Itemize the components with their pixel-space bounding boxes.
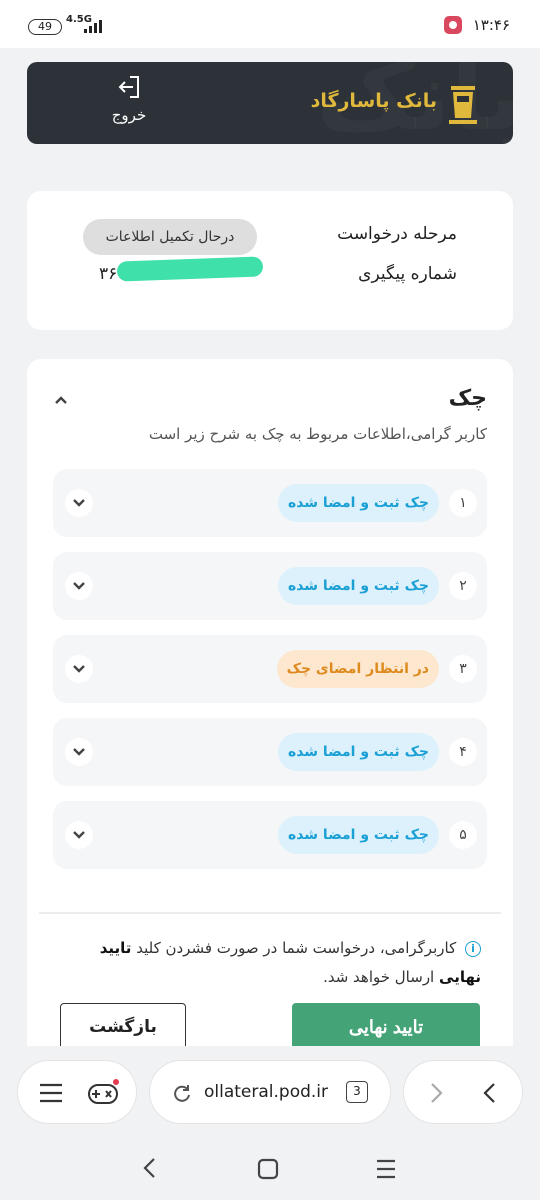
check-item-row[interactable]: ۳ در انتظار امضای چک	[53, 635, 487, 703]
signal-icon	[84, 19, 102, 33]
confirmation-notice: i کاربرگرامی، درخواست شما در صورت فشردن …	[57, 934, 481, 992]
reload-icon[interactable]	[172, 1083, 192, 1103]
request-status-badge: درحال تکمیل اطلاعات	[83, 219, 257, 255]
system-recents-icon[interactable]	[375, 1159, 397, 1179]
game-controller-icon[interactable]	[86, 1078, 120, 1108]
section-subtitle: کاربر گرامی،اطلاعات مربوط به چک به شرح ز…	[148, 425, 487, 443]
menu-icon[interactable]	[38, 1082, 64, 1104]
status-clock: ۱۳:۴۶	[472, 16, 510, 34]
url-text: ollateral.pod.ir	[204, 1082, 329, 1102]
check-item-row[interactable]: ۴ چک ثبت و امضا شده	[53, 718, 487, 786]
request-info-card: مرحله درخواست شماره پیگیری درحال تکمیل ا…	[27, 191, 513, 330]
back-button[interactable]: بازگشت	[60, 1003, 186, 1051]
info-icon: i	[465, 940, 481, 957]
check-item-row[interactable]: ۲ چک ثبت و امضا شده	[53, 552, 487, 620]
check-section-card: چک کاربر گرامی،اطلاعات مربوط به چک به شر…	[27, 359, 513, 1079]
browser-toolbar: ollateral.pod.ir 3	[0, 1046, 540, 1138]
browser-menu-group	[17, 1060, 137, 1124]
check-item-number: ۱	[449, 489, 477, 517]
browser-nav-group	[403, 1060, 523, 1124]
header-banner: ﺑﺎﻧﮏ خروج بانک پاسارگاد	[27, 62, 513, 144]
collapse-chevron-up-icon[interactable]	[49, 389, 73, 413]
check-item-number: ۴	[449, 738, 477, 766]
app-notification-icon	[444, 16, 462, 34]
check-item-row[interactable]: ۱ چک ثبت و امضا شده	[53, 469, 487, 537]
section-divider	[39, 912, 501, 914]
notice-suffix: ارسال خواهد شد.	[323, 968, 435, 986]
chevron-down-icon[interactable]	[65, 655, 93, 683]
confirm-button[interactable]: تایید نهایی	[292, 1003, 480, 1051]
logout-button[interactable]: خروج	[81, 74, 177, 124]
forward-icon[interactable]	[426, 1081, 446, 1105]
chevron-down-icon[interactable]	[65, 738, 93, 766]
notice-prefix: کاربرگرامی، درخواست شما در صورت فشردن کل…	[136, 939, 457, 957]
logout-label: خروج	[111, 106, 147, 124]
check-item-number: ۵	[449, 821, 477, 849]
battery-indicator: 49	[28, 19, 62, 35]
logout-icon	[118, 76, 139, 98]
section-title: چک	[448, 386, 487, 411]
check-status-badge: چک ثبت و امضا شده	[277, 733, 439, 771]
system-back-icon[interactable]	[140, 1157, 160, 1179]
status-bar: 49 4.5G ۱۳:۴۶	[0, 0, 540, 48]
redaction-mark	[116, 256, 264, 282]
system-nav-bar	[0, 1138, 540, 1200]
check-status-badge: چک ثبت و امضا شده	[277, 816, 439, 854]
check-item-number: ۳	[449, 655, 477, 683]
bank-logo-icon	[449, 86, 477, 124]
tracking-label: شماره پیگیری	[358, 264, 457, 284]
chevron-down-icon[interactable]	[65, 572, 93, 600]
chevron-down-icon[interactable]	[65, 821, 93, 849]
check-item-row[interactable]: ۵ چک ثبت و امضا شده	[53, 801, 487, 869]
check-item-number: ۲	[449, 572, 477, 600]
check-status-badge: چک ثبت و امضا شده	[277, 567, 439, 605]
tab-count-button[interactable]: 3	[346, 1081, 368, 1103]
chevron-down-icon[interactable]	[65, 489, 93, 517]
check-status-badge: در انتظار امضای چک	[276, 650, 439, 688]
check-status-badge: چک ثبت و امضا شده	[277, 484, 439, 522]
back-arrow-icon[interactable]	[480, 1081, 500, 1105]
system-home-icon[interactable]	[257, 1158, 279, 1180]
stage-label: مرحله درخواست	[337, 224, 457, 244]
address-bar[interactable]: ollateral.pod.ir 3	[149, 1060, 391, 1124]
bank-name: بانک پاسارگاد	[310, 90, 437, 112]
